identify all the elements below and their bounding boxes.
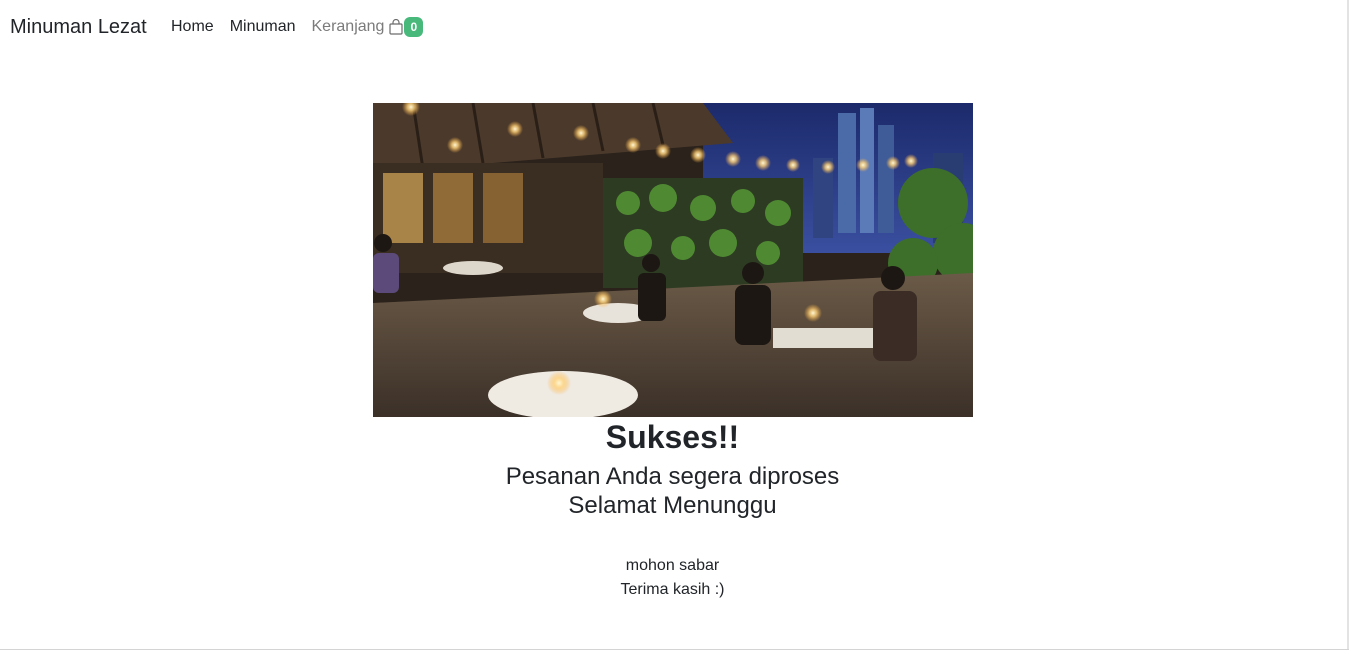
brand-link[interactable]: Minuman Lezat (10, 15, 147, 39)
shopping-bag-icon (389, 18, 404, 35)
page: Minuman Lezat Home Minuman Keranjang 0 S… (0, 0, 1349, 652)
thanks-text: Terima kasih :) (620, 581, 725, 598)
patience-text: mohon sabar (625, 557, 720, 574)
nav-home[interactable]: Home (163, 17, 222, 37)
success-title: Sukses!! (605, 419, 740, 455)
nav-links: Home Minuman Keranjang 0 (163, 16, 431, 38)
nav-keranjang[interactable]: Keranjang 0 (304, 17, 432, 37)
waiting-text: Selamat Menunggu (568, 492, 777, 519)
hero-image (373, 103, 973, 417)
cart-count-badge: 0 (404, 17, 424, 37)
success-message: Pesanan Anda segera diproses Selamat Men… (0, 462, 1345, 520)
page-bottom-divider (0, 649, 1349, 650)
thank-you-note: mohon sabar Terima kasih :) (0, 554, 1345, 602)
nav-minuman[interactable]: Minuman (222, 17, 304, 37)
processing-text: Pesanan Anda segera diproses (505, 463, 840, 490)
nav-keranjang-label: Keranjang (311, 18, 385, 35)
navbar: Minuman Lezat Home Minuman Keranjang 0 (0, 0, 1340, 54)
